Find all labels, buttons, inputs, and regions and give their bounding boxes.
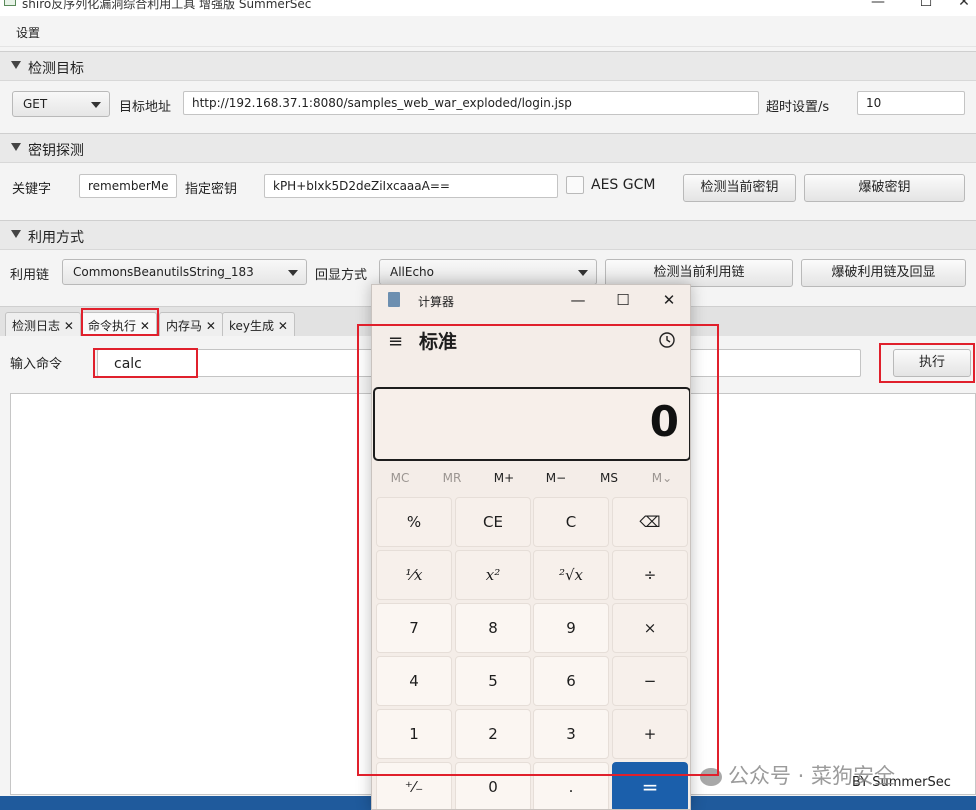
key-input[interactable]: kPH+bIxk5D2deZiIxcaaaA== (264, 174, 558, 198)
chevron-down-icon (91, 102, 101, 108)
menu-settings[interactable]: 设置 (16, 24, 40, 41)
collapse-triangle-icon (11, 230, 21, 238)
method-select-value: GET (23, 97, 48, 111)
check-key-button[interactable]: 检测当前密钥 (683, 174, 796, 202)
command-input-label: 输入命令 (10, 357, 63, 372)
echo-select-value: AllEcho (390, 265, 435, 279)
watermark: 公众号 · 菜狗安全 (700, 760, 895, 790)
tab-label: key生成 (229, 319, 275, 333)
calculator-title: 计算器 (418, 295, 455, 309)
timeout-label: 超时设置/s (766, 100, 830, 115)
timeout-input[interactable]: 10 (857, 91, 965, 115)
check-chain-button[interactable]: 检测当前利用链 (605, 259, 793, 287)
menu-bar: 设置 (0, 17, 976, 47)
section-key-header[interactable]: 密钥探测 (0, 133, 976, 163)
close-icon[interactable]: ✕ (278, 319, 288, 333)
app-icon (4, 0, 16, 6)
brute-chain-button[interactable]: 爆破利用链及回显 (801, 259, 966, 287)
watermark-text: 公众号 · 菜狗安全 (728, 764, 896, 788)
calculator-app-icon (388, 292, 400, 307)
calculator-minimize-button[interactable]: — (564, 289, 592, 311)
highlight-command-input (93, 348, 198, 378)
highlight-execute-button (879, 343, 975, 383)
collapse-triangle-icon (11, 61, 21, 69)
tab-keygen[interactable]: key生成 ✕ (222, 312, 295, 336)
tab-log[interactable]: 检测日志 ✕ (5, 312, 81, 336)
close-icon[interactable]: ✕ (206, 319, 216, 333)
keyword-label: 关键字 (12, 182, 52, 197)
section-exploit-title: 利用方式 (28, 230, 84, 246)
chevron-down-icon (578, 270, 588, 276)
method-select[interactable]: GET (12, 91, 110, 117)
collapse-triangle-icon (11, 143, 21, 151)
aes-gcm-checkbox[interactable] (566, 176, 584, 194)
keyword-input[interactable]: rememberMe (79, 174, 177, 198)
brute-key-button[interactable]: 爆破密钥 (804, 174, 965, 202)
key-label: 指定密钥 (185, 182, 238, 197)
url-input[interactable]: http://192.168.37.1:8080/samples_web_war… (183, 91, 759, 115)
calculator-close-button[interactable]: ✕ (655, 289, 683, 311)
close-icon[interactable]: ✕ (64, 319, 74, 333)
section-key-title: 密钥探测 (28, 143, 84, 159)
minimize-button[interactable]: — (858, 0, 898, 12)
echo-label: 回显方式 (315, 268, 368, 283)
tab-memshell[interactable]: 内存马 ✕ (159, 312, 223, 336)
tab-label: 检测日志 (12, 319, 61, 333)
section-exploit-header[interactable]: 利用方式 (0, 220, 976, 250)
aes-gcm-label: AES GCM (591, 177, 656, 193)
chain-label: 利用链 (10, 268, 50, 283)
highlight-tab-command (81, 308, 159, 336)
chain-select[interactable]: CommonsBeanutilsString_183 (62, 259, 307, 285)
window-title: shiro反序列化漏洞综合利用工具 增强版 SummerSec (22, 0, 312, 11)
highlight-calculator (357, 324, 719, 776)
url-label: 目标地址 (119, 100, 172, 115)
echo-select[interactable]: AllEcho (379, 259, 597, 285)
calculator-maximize-button[interactable]: ☐ (609, 289, 637, 311)
close-button[interactable]: ✕ (944, 0, 976, 12)
section-target-header[interactable]: 检测目标 (0, 51, 976, 81)
title-bar: shiro反序列化漏洞综合利用工具 增强版 SummerSec — ☐ ✕ (0, 0, 976, 16)
chain-select-value: CommonsBeanutilsString_183 (73, 265, 254, 279)
maximize-button[interactable]: ☐ (906, 0, 946, 12)
chevron-down-icon (288, 270, 298, 276)
section-target-title: 检测目标 (28, 61, 84, 77)
tab-label: 内存马 (166, 319, 203, 333)
